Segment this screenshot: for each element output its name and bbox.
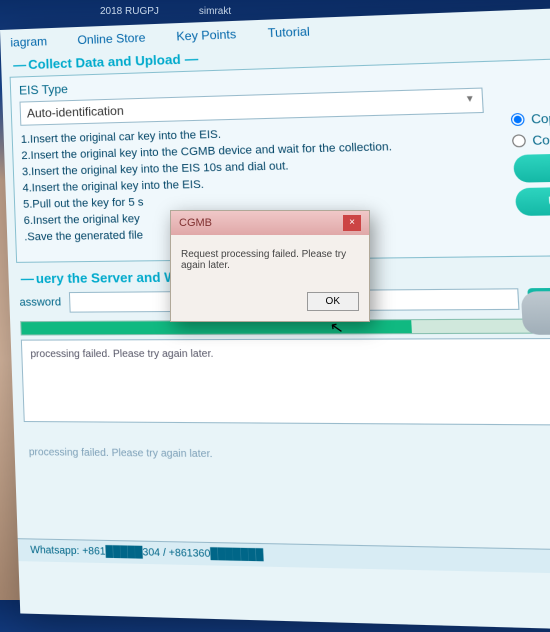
tab-online-store[interactable]: Online Store — [77, 30, 146, 47]
radio-copy-2-label: Copy key — [532, 132, 550, 148]
dialog-message: Request processing failed. Please try ag… — [171, 235, 369, 285]
upload-button[interactable]: Uploac — [515, 186, 550, 216]
radio-copy-1-input[interactable] — [511, 113, 525, 126]
tab-diagram[interactable]: iagram — [10, 34, 47, 49]
header-text-1: 2018 RUGPJ — [100, 6, 159, 17]
radio-copy-2[interactable]: Copy key — [512, 130, 550, 148]
tab-key-points[interactable]: Key Points — [176, 27, 236, 44]
radio-copy-1[interactable]: Copy I — [511, 109, 550, 127]
query-result-button[interactable]: Query Resu — [521, 291, 550, 335]
tab-tutorial[interactable]: Tutorial — [267, 24, 310, 40]
header-text-2: simrakt — [199, 6, 231, 17]
password-label: assword — [19, 296, 61, 309]
close-icon[interactable]: × — [343, 215, 361, 231]
footer-bar: Whatsapp: +861█████304 / +861360███████ … — [18, 538, 550, 574]
radio-copy-2-input[interactable] — [512, 134, 526, 147]
dialog-titlebar[interactable]: CGMB × — [171, 211, 369, 235]
dialog-title: CGMB — [179, 217, 212, 229]
ok-button[interactable]: OK — [307, 292, 359, 311]
log-panel: processing failed. Please try again late… — [21, 338, 550, 426]
collect-button[interactable]: Colle — [513, 152, 550, 182]
error-dialog: CGMB × Request processing failed. Please… — [170, 210, 370, 322]
status-line: processing failed. Please try again late… — [14, 426, 550, 471]
log-line: processing failed. Please try again late… — [30, 348, 550, 360]
radio-copy-1-label: Copy I — [531, 111, 550, 127]
footer-whatsapp: Whatsapp: +861█████304 / +861360███████ — [30, 545, 264, 562]
